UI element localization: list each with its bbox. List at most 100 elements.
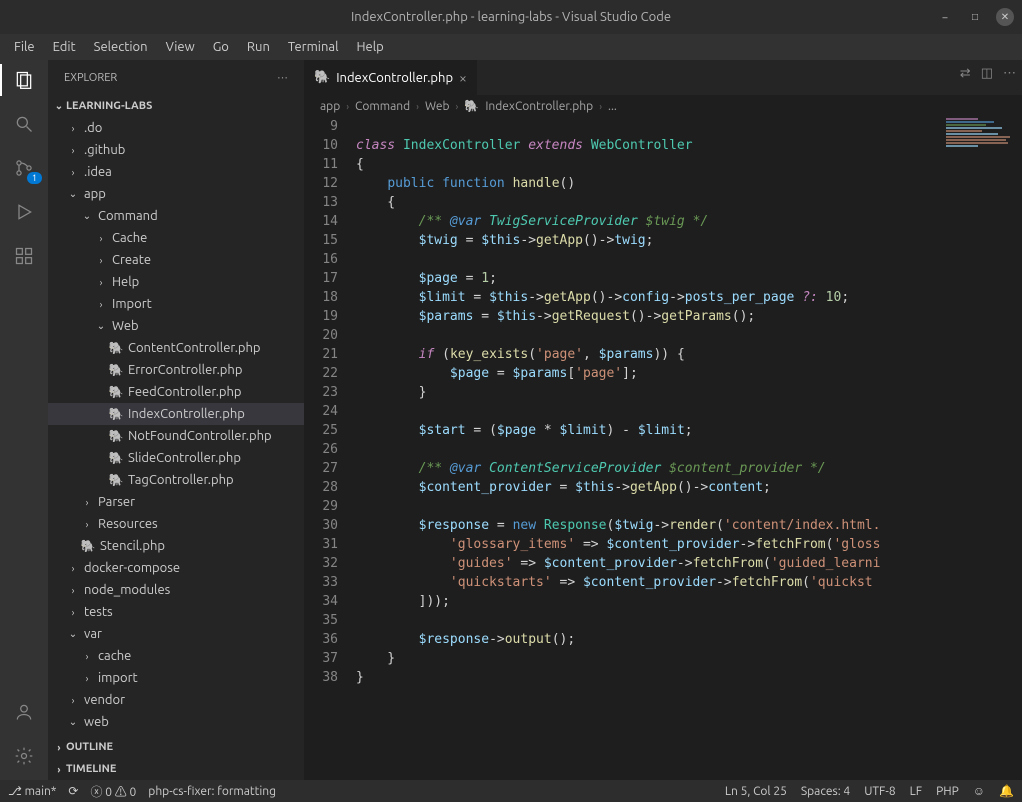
code-line[interactable]: /** @var TwigServiceProvider $twig */ [356, 212, 1022, 231]
folder-docker-compose[interactable]: ›docker-compose [48, 557, 304, 579]
code-line[interactable]: $start = ($page * $limit) - $limit; [356, 421, 1022, 440]
code-line[interactable] [356, 326, 1022, 345]
code-line[interactable]: if (key_exists('page', $params)) { [356, 345, 1022, 364]
code-line[interactable] [356, 117, 1022, 136]
code-line[interactable]: class IndexController extends WebControl… [356, 136, 1022, 155]
file-contentcontroller-php[interactable]: 🐘ContentController.php [48, 337, 304, 359]
code-content[interactable]: class IndexController extends WebControl… [356, 117, 1022, 780]
folder-tests[interactable]: ›tests [48, 601, 304, 623]
code-area[interactable]: 9101112131415161718192021222324252627282… [304, 117, 1022, 780]
eol[interactable]: LF [910, 785, 922, 798]
menu-go[interactable]: Go [205, 38, 237, 56]
close-icon[interactable]: × [459, 70, 467, 86]
folder-app[interactable]: ⌄app [48, 183, 304, 205]
git-branch[interactable]: ⎇ main* [8, 784, 56, 798]
code-line[interactable]: { [356, 155, 1022, 174]
code-line[interactable]: } [356, 383, 1022, 402]
cursor-position[interactable]: Ln 5, Col 25 [725, 785, 787, 798]
folder-import[interactable]: ›Import [48, 293, 304, 315]
code-line[interactable]: 'guides' => $content_provider->fetchFrom… [356, 554, 1022, 573]
file-tagcontroller-php[interactable]: 🐘TagController.php [48, 469, 304, 491]
folder-help[interactable]: ›Help [48, 271, 304, 293]
file-feedcontroller-php[interactable]: 🐘FeedController.php [48, 381, 304, 403]
minimap[interactable] [942, 117, 1022, 317]
language[interactable]: PHP [936, 785, 959, 798]
breadcrumb-item[interactable]: Command [355, 100, 410, 113]
indent[interactable]: Spaces: 4 [801, 785, 850, 798]
outline-header[interactable]: › OUTLINE [48, 736, 304, 758]
breadcrumb-item[interactable]: Web [425, 100, 450, 113]
code-line[interactable] [356, 402, 1022, 421]
code-line[interactable] [356, 497, 1022, 516]
encoding[interactable]: UTF-8 [864, 785, 895, 798]
code-line[interactable]: $page = 1; [356, 269, 1022, 288]
run-debug-icon[interactable] [12, 200, 36, 224]
folder--idea[interactable]: ›.idea [48, 161, 304, 183]
file-errorcontroller-php[interactable]: 🐘ErrorController.php [48, 359, 304, 381]
folder-cache[interactable]: ›cache [48, 645, 304, 667]
split-icon[interactable]: ◫ [981, 66, 993, 81]
minimize-button[interactable]: – [936, 8, 954, 26]
code-line[interactable]: $content_provider = $this->getApp()->con… [356, 478, 1022, 497]
folder-web[interactable]: ⌄web [48, 711, 304, 733]
folder-create[interactable]: ›Create [48, 249, 304, 271]
breadcrumb-item[interactable]: IndexController.php [485, 100, 593, 113]
file-indexcontroller-php[interactable]: 🐘IndexController.php [48, 403, 304, 425]
code-line[interactable]: 'quickstarts' => $content_provider->fetc… [356, 573, 1022, 592]
menu-selection[interactable]: Selection [86, 38, 156, 56]
search-icon[interactable] [12, 112, 36, 136]
compare-icon[interactable]: ⇄ [960, 66, 971, 81]
feedback-icon[interactable]: ☺ [973, 784, 985, 798]
folder-parser[interactable]: ›Parser [48, 491, 304, 513]
code-line[interactable] [356, 440, 1022, 459]
folder-cache[interactable]: ›Cache [48, 227, 304, 249]
code-line[interactable]: $twig = $this->getApp()->twig; [356, 231, 1022, 250]
formatter-status[interactable]: php-cs-fixer: formatting [148, 785, 276, 798]
tab-indexcontroller[interactable]: 🐘 IndexController.php × [304, 60, 478, 95]
timeline-header[interactable]: › TIMELINE [48, 758, 304, 780]
breadcrumbs[interactable]: app›Command›Web›🐘 IndexController.php›..… [304, 95, 1022, 117]
code-line[interactable]: $page = $params['page']; [356, 364, 1022, 383]
menu-file[interactable]: File [6, 38, 43, 56]
code-line[interactable]: public function handle() [356, 174, 1022, 193]
menu-edit[interactable]: Edit [45, 38, 84, 56]
menu-terminal[interactable]: Terminal [280, 38, 347, 56]
code-line[interactable]: /** @var ContentServiceProvider $content… [356, 459, 1022, 478]
folder-command[interactable]: ⌄Command [48, 205, 304, 227]
code-line[interactable]: $limit = $this->getApp()->config->posts_… [356, 288, 1022, 307]
folder-web[interactable]: ⌄Web [48, 315, 304, 337]
folder--github[interactable]: ›.github [48, 139, 304, 161]
file-notfoundcontroller-php[interactable]: 🐘NotFoundController.php [48, 425, 304, 447]
code-line[interactable]: 'glossary_items' => $content_provider->f… [356, 535, 1022, 554]
breadcrumb-item[interactable]: app [320, 100, 340, 113]
folder-node-modules[interactable]: ›node_modules [48, 579, 304, 601]
sync-icon[interactable]: ⟳ [68, 784, 78, 798]
close-button[interactable]: ✕ [996, 8, 1014, 26]
code-line[interactable] [356, 611, 1022, 630]
breadcrumb-item[interactable]: ... [608, 100, 617, 113]
code-line[interactable] [356, 250, 1022, 269]
project-header[interactable]: ⌄ LEARNING-LABS [48, 95, 304, 117]
code-line[interactable]: $response = new Response($twig->render('… [356, 516, 1022, 535]
maximize-button[interactable]: □ [966, 8, 984, 26]
file-stencil-php[interactable]: 🐘Stencil.php [48, 535, 304, 557]
code-line[interactable]: $response->output(); [356, 630, 1022, 649]
menu-view[interactable]: View [158, 38, 203, 56]
explorer-icon[interactable] [12, 68, 36, 92]
source-control-icon[interactable]: 1 [12, 156, 36, 180]
code-line[interactable]: $params = $this->getRequest()->getParams… [356, 307, 1022, 326]
settings-icon[interactable] [12, 744, 36, 768]
extensions-icon[interactable] [12, 244, 36, 268]
menu-help[interactable]: Help [348, 38, 391, 56]
menu-run[interactable]: Run [239, 38, 278, 56]
code-line[interactable]: } [356, 649, 1022, 668]
folder-import[interactable]: ›import [48, 667, 304, 689]
code-line[interactable]: ])); [356, 592, 1022, 611]
more-icon[interactable]: ⋯ [277, 71, 288, 84]
folder-resources[interactable]: ›Resources [48, 513, 304, 535]
folder-vendor[interactable]: ›vendor [48, 689, 304, 711]
folder-var[interactable]: ⌄var [48, 623, 304, 645]
problems[interactable]: ⓧ 0 ⚠ 0 [90, 783, 136, 800]
file-slidecontroller-php[interactable]: 🐘SlideController.php [48, 447, 304, 469]
code-line[interactable]: { [356, 193, 1022, 212]
